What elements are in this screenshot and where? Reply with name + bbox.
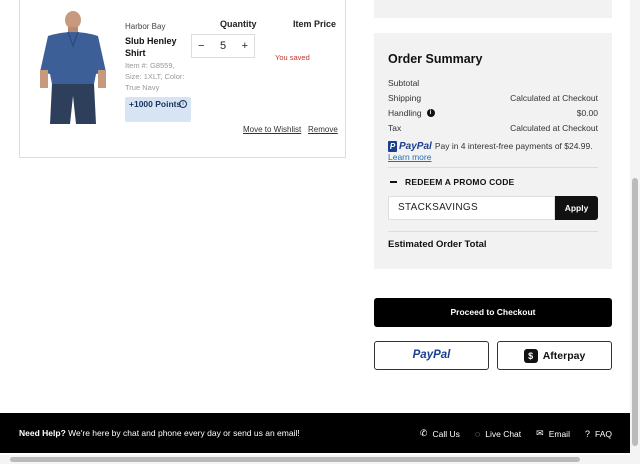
shipping-row: Shipping Calculated at Checkout	[388, 93, 598, 103]
question-icon: ?	[584, 428, 590, 439]
call-us-link[interactable]: ✆ Call Us	[420, 428, 460, 439]
cart-item-card: Harbor Bay Slub Henley Shirt Item #: G85…	[19, 0, 346, 158]
chat-icon: ◌	[474, 428, 481, 439]
minus-icon	[390, 181, 397, 183]
tax-label: Tax	[388, 123, 402, 133]
product-brand: Harbor Bay	[125, 22, 166, 31]
paypal-checkout-button[interactable]: PayPal	[374, 341, 489, 370]
handling-value: $0.00	[576, 108, 598, 118]
item-number: Item #: G8559,	[125, 61, 175, 70]
help-footer: Need Help? We're here by chat and phone …	[0, 413, 630, 453]
scrollbar-thumb[interactable]	[632, 178, 638, 446]
estimated-order-total: Estimated Order Total	[388, 239, 487, 250]
live-chat-link[interactable]: ◌ Live Chat	[475, 428, 521, 439]
subtotal-label: Subtotal	[388, 78, 420, 88]
quantity-value[interactable]: 5	[220, 40, 226, 52]
promo-code-input[interactable]: STACKSAVINGS	[388, 196, 555, 220]
need-help-text: Need Help? We're here by chat and phone …	[19, 428, 300, 438]
need-help-label: Need Help?	[19, 428, 66, 438]
item-price-header: Item Price	[293, 19, 337, 29]
quantity-stepper: − 5 +	[191, 34, 255, 58]
shipping-value: Calculated at Checkout	[510, 93, 598, 103]
proceed-to-checkout-button[interactable]: Proceed to Checkout	[374, 298, 612, 327]
paypal-text: Pay in 4 interest-free payments of $24.9…	[434, 141, 593, 151]
paypal-pay-in-4: P PayPal Pay in 4 interest-free payments o…	[388, 141, 602, 162]
paypal-icon: P	[388, 141, 397, 152]
order-summary-panel: Order Summary Subtotal Shipping Calculat…	[374, 33, 612, 269]
quantity-header: Quantity	[220, 19, 257, 29]
email-link[interactable]: ✉ Email	[536, 428, 570, 439]
you-saved-text: You saved	[275, 53, 310, 62]
info-icon[interactable]: i	[426, 109, 435, 117]
promo-code-toggle[interactable]: REDEEM A PROMO CODE	[390, 177, 514, 187]
phone-icon: ✆	[419, 428, 428, 438]
help-description: We're here by chat and phone every day o…	[68, 428, 300, 438]
product-meta: Item #: G8559, Size: 1XLT, Color: True N…	[125, 60, 187, 93]
size-color: Size: 1XLT, Color: True Navy	[125, 72, 185, 92]
divider	[388, 231, 598, 232]
points-badge: +1000 Points i	[125, 97, 191, 122]
handling-row: Handling i $0.00	[388, 108, 598, 118]
afterpay-label: Afterpay	[542, 349, 586, 362]
order-summary-title: Order Summary	[388, 52, 483, 66]
points-text: +1000 Points	[129, 99, 182, 109]
product-name[interactable]: Slub Henley Shirt	[125, 35, 185, 59]
learn-more-link[interactable]: Learn more	[388, 152, 431, 162]
paypal-logo: P PayPal	[388, 141, 432, 152]
horizontal-scrollbar[interactable]	[0, 455, 640, 464]
vertical-scrollbar[interactable]	[630, 0, 640, 455]
afterpay-checkout-button[interactable]: $ Afterpay	[497, 341, 612, 370]
subtotal-row: Subtotal	[388, 78, 598, 88]
promo-code-label: REDEEM A PROMO CODE	[405, 177, 515, 187]
faq-link[interactable]: ? FAQ	[585, 428, 612, 439]
move-to-wishlist-link[interactable]: Move to Wishlist	[243, 125, 301, 134]
increase-quantity-button[interactable]: +	[242, 40, 248, 52]
info-icon[interactable]: i	[179, 100, 187, 108]
envelope-icon: ✉	[536, 428, 544, 438]
product-image[interactable]	[34, 10, 112, 128]
remove-link[interactable]: Remove	[308, 125, 338, 134]
tax-value: Calculated at Checkout	[510, 123, 598, 133]
tax-row: Tax Calculated at Checkout	[388, 123, 598, 133]
top-panel	[374, 0, 612, 18]
shipping-label: Shipping	[388, 93, 422, 103]
footer-links: ✆ Call Us ◌ Live Chat ✉ Email ? FAQ	[420, 428, 612, 439]
scrollbar-thumb[interactable]	[10, 457, 580, 462]
handling-label: Handling	[388, 108, 422, 118]
apply-button[interactable]: Apply	[555, 196, 598, 220]
decrease-quantity-button[interactable]: −	[198, 40, 204, 52]
afterpay-icon: $	[523, 348, 538, 363]
divider	[388, 167, 598, 168]
